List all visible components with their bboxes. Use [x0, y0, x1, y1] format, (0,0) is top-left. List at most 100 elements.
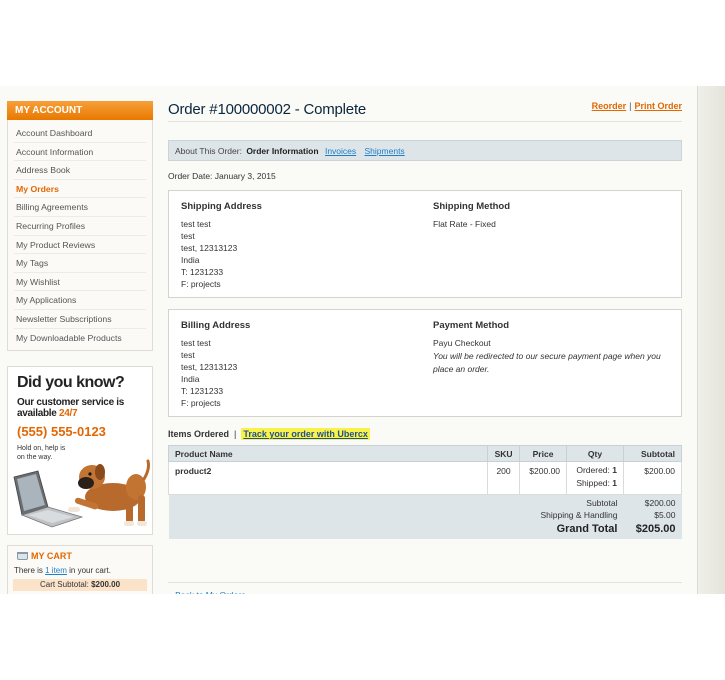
- totals-subtotal-row: Subtotal $200.00: [168, 494, 682, 509]
- banner-line1: Our customer service is: [17, 397, 125, 408]
- col-product-name: Product Name: [167, 445, 489, 462]
- shipping-address-line: test: [181, 231, 195, 241]
- mini-cart: MY CART There is 1 item in your cart. Ca…: [7, 545, 153, 594]
- item-name: product2: [167, 461, 489, 495]
- nav-recurring-profiles[interactable]: Recurring Profiles: [14, 217, 146, 236]
- customer-service-banner[interactable]: Did you know? Our customer service is av…: [7, 366, 153, 535]
- item-subtotal: $200.00: [622, 461, 683, 495]
- tab-invoices[interactable]: Invoices: [325, 146, 356, 156]
- tab-shipments[interactable]: Shipments: [365, 146, 405, 156]
- totals-shipping-row: Shipping & Handling $5.00: [168, 509, 682, 521]
- reorder-link[interactable]: Reorder: [592, 101, 627, 111]
- billing-address-line: T: 1231233: [181, 386, 224, 396]
- mini-cart-subtotal-label: Cart Subtotal:: [39, 580, 92, 589]
- mini-cart-item-link[interactable]: 1 item: [45, 566, 67, 575]
- items-ordered-header: Items Ordered | Track your order with Uber…: [168, 428, 370, 440]
- mini-cart-summary: There is 1 item in your cart.: [14, 566, 111, 575]
- mini-cart-subtotal-value: $200.00: [91, 580, 121, 589]
- mini-cart-title-text: MY CART: [31, 551, 72, 561]
- billing-address-title: Billing Address: [181, 320, 251, 331]
- nav-my-orders[interactable]: My Orders: [14, 180, 146, 199]
- totals-grand-label: Grand Total: [168, 521, 624, 539]
- billing-address: test test test test, 12313123 India T: 1…: [181, 337, 250, 409]
- totals-shipping-label: Shipping & Handling: [168, 509, 624, 521]
- payment-method-info: Payu Checkout You will be redirected to …: [433, 337, 673, 376]
- totals-grand-row: Grand Total $205.00: [168, 521, 682, 539]
- account-sidebar: MY ACCOUNT Account Dashboard Account Inf…: [7, 101, 153, 352]
- banner-line2b: 24/7: [59, 408, 78, 419]
- shipping-address-line: India: [181, 255, 200, 265]
- dog-laptop-illustration: [13, 459, 150, 528]
- order-tabs: About This Order: Order Information Invo…: [168, 140, 682, 161]
- nav-my-applications[interactable]: My Applications: [14, 291, 146, 310]
- shipping-method-col: Shipping Method Flat Rate - Fixed: [433, 201, 510, 231]
- items-ordered-title: Items Ordered: [168, 429, 230, 439]
- mini-cart-text-a: There is: [14, 566, 46, 575]
- billing-address-line: F: projects: [181, 398, 221, 408]
- nav-my-product-reviews[interactable]: My Product Reviews: [14, 236, 146, 255]
- payment-method-value: Payu Checkout: [433, 338, 491, 348]
- mini-cart-subtotal: Cart Subtotal: $200.00: [13, 579, 147, 591]
- cart-icon: [17, 552, 28, 560]
- items-table: Product Name SKU Price Qty Subtotal prod…: [167, 445, 683, 539]
- nav-my-downloadable-products[interactable]: My Downloadable Products: [14, 329, 146, 348]
- track-order-link[interactable]: Track your order with Ubercx: [241, 428, 370, 440]
- qty-ordered-label: Ordered:: [576, 465, 613, 475]
- page-frame: MY ACCOUNT Account Dashboard Account Inf…: [0, 86, 725, 594]
- shipping-box: Shipping Address test test test test, 12…: [168, 190, 682, 298]
- billing-address-line: test test: [181, 338, 211, 348]
- print-order-link[interactable]: Print Order: [634, 101, 682, 111]
- page-edge-shade: [697, 86, 725, 594]
- nav-newsletter-subscriptions[interactable]: Newsletter Subscriptions: [14, 310, 146, 329]
- billing-box: Billing Address test test test test, 123…: [168, 309, 682, 417]
- items-header-row: Product Name SKU Price Qty Subtotal: [167, 445, 683, 462]
- totals-shipping-value: $5.00: [623, 509, 682, 521]
- shipping-address-line: F: projects: [181, 279, 221, 289]
- my-account-title: MY ACCOUNT: [7, 101, 153, 120]
- nav-my-tags[interactable]: My Tags: [14, 254, 146, 273]
- item-sku: 200: [487, 461, 521, 495]
- totals-subtotal-value: $200.00: [623, 494, 682, 509]
- banner-subtitle: Our customer service is available 24/7: [17, 397, 137, 419]
- qty-shipped-value: 1: [612, 478, 617, 488]
- col-price: Price: [519, 445, 568, 462]
- col-sku: SKU: [487, 445, 521, 462]
- page-title: Order #100000002 - Complete: [168, 101, 367, 118]
- nav-account-dashboard[interactable]: Account Dashboard: [14, 124, 146, 143]
- qty-ordered-value: 1: [612, 465, 617, 475]
- order-view: Order #100000002 - Complete Reorder | Prin…: [167, 86, 688, 594]
- billing-address-line: test: [181, 350, 195, 360]
- back-to-orders-link[interactable]: « Back to My Orders: [168, 582, 682, 594]
- col-subtotal: Subtotal: [622, 445, 683, 462]
- item-qty: Ordered: 1 Shipped: 1: [566, 461, 624, 495]
- mini-cart-text-b: in your cart.: [66, 566, 111, 575]
- order-tabs-label: About This Order:: [175, 146, 242, 156]
- nav-account-information[interactable]: Account Information: [14, 143, 146, 162]
- billing-address-col: Billing Address test test test test, 123…: [181, 320, 250, 409]
- banner-title: Did you know?: [17, 374, 125, 391]
- nav-my-wishlist[interactable]: My Wishlist: [14, 273, 146, 292]
- nav-billing-agreements[interactable]: Billing Agreements: [14, 198, 146, 217]
- billing-address-line: India: [181, 374, 200, 384]
- order-actions: Reorder | Print Order: [592, 101, 682, 111]
- item-price: $200.00: [519, 461, 568, 495]
- table-row: product2 200 $200.00 Ordered: 1 Shipped:…: [167, 461, 683, 495]
- payment-method-note: You will be redirected to our secure pay…: [433, 351, 661, 374]
- shipping-address: test test test test, 12313123 India T: 1…: [181, 218, 262, 290]
- mini-cart-title: MY CART: [17, 551, 72, 561]
- banner-line2a: available: [17, 408, 60, 419]
- qty-shipped-label: Shipped:: [576, 478, 613, 488]
- item-qty-ordered: Ordered: 1: [573, 464, 617, 477]
- totals-subtotal-label: Subtotal: [168, 494, 624, 509]
- nav-address-book[interactable]: Address Book: [14, 161, 146, 180]
- billing-address-line: test, 12313123: [181, 362, 238, 372]
- tab-order-information[interactable]: Order Information: [246, 146, 318, 156]
- shipping-address-line: test, 12313123: [181, 243, 238, 253]
- item-qty-shipped: Shipped: 1: [573, 477, 617, 490]
- col-qty: Qty: [566, 445, 624, 462]
- actions-separator: |: [629, 101, 632, 111]
- shipping-address-title: Shipping Address: [181, 201, 262, 212]
- payment-method-col: Payment Method Payu Checkout You will be…: [433, 320, 673, 376]
- payment-method-title: Payment Method: [433, 320, 510, 331]
- shipping-method-title: Shipping Method: [433, 201, 511, 212]
